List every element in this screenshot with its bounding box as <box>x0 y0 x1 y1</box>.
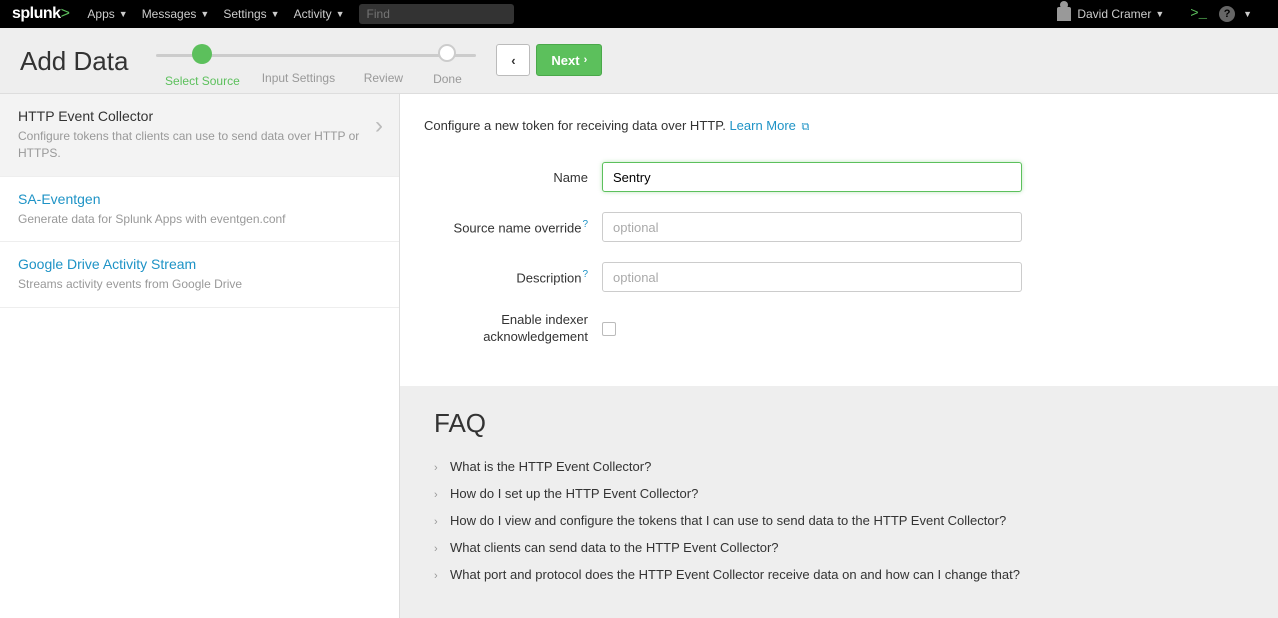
caret-down-icon: ▼ <box>1243 9 1252 19</box>
wizard-stepper: Select Source Input Settings Review Done <box>156 44 476 88</box>
source-desc: Streams activity events from Google Driv… <box>18 276 381 293</box>
external-link-icon: ⧉ <box>802 121 810 133</box>
description-input[interactable] <box>602 262 1022 292</box>
chevron-right-icon: › <box>434 543 442 555</box>
source-sa-eventgen[interactable]: SA-Eventgen Generate data for Splunk App… <box>0 177 399 243</box>
chevron-right-icon: › <box>434 570 442 582</box>
chevron-right-icon: › <box>584 54 588 66</box>
source-title: Google Drive Activity Stream <box>18 256 381 272</box>
faq-item[interactable]: ›What is the HTTP Event Collector? <box>434 453 1248 480</box>
nav-messages[interactable]: Messages▼ <box>142 7 210 21</box>
faq-item[interactable]: ›What clients can send data to the HTTP … <box>434 534 1248 561</box>
config-intro-text: Configure a new token for receiving data… <box>424 118 726 133</box>
faq-item[interactable]: ›How do I set up the HTTP Event Collecto… <box>434 480 1248 507</box>
caret-down-icon: ▼ <box>119 9 128 19</box>
step-dot-icon <box>438 44 456 62</box>
faq-section: FAQ ›What is the HTTP Event Collector? ›… <box>400 386 1278 618</box>
source-google-drive[interactable]: Google Drive Activity Stream Streams act… <box>0 242 399 308</box>
page-header: Add Data Select Source Input Settings Re… <box>0 28 1278 94</box>
config-panel: Configure a new token for receiving data… <box>400 94 1278 618</box>
indexer-ack-checkbox[interactable] <box>602 322 616 336</box>
chevron-left-icon: ‹ <box>511 53 515 68</box>
caret-down-icon: ▼ <box>200 9 209 19</box>
help-tooltip-icon[interactable]: ? <box>582 269 588 280</box>
source-http-event-collector[interactable]: HTTP Event Collector Configure tokens th… <box>0 94 399 177</box>
faq-heading: FAQ <box>434 408 1248 439</box>
step-select-source[interactable]: Select Source <box>156 44 248 88</box>
chevron-right-icon: › <box>434 516 442 528</box>
help-icon: ? <box>1219 6 1235 22</box>
back-button[interactable]: ‹ <box>496 44 530 76</box>
nav-user-menu[interactable]: David Cramer▼ <box>1057 7 1164 21</box>
learn-more-link[interactable]: Learn More ⧉ <box>729 118 809 133</box>
name-input[interactable] <box>602 162 1022 192</box>
help-tooltip-icon[interactable]: ? <box>582 219 588 230</box>
global-search-input[interactable] <box>359 4 514 24</box>
source-override-label: Source name override? <box>424 219 602 235</box>
indexer-ack-label: Enable indexeracknowledgement <box>424 312 602 346</box>
user-icon <box>1057 7 1071 21</box>
page-title: Add Data <box>20 46 128 77</box>
source-override-input[interactable] <box>602 212 1022 242</box>
nav-help-menu[interactable]: ?▼ <box>1219 6 1252 22</box>
source-title: HTTP Event Collector <box>18 108 381 124</box>
logo[interactable]: splunk> <box>12 5 69 23</box>
top-navbar: splunk> Apps▼ Messages▼ Settings▼ Activi… <box>0 0 1278 28</box>
source-desc: Generate data for Splunk Apps with event… <box>18 211 381 228</box>
step-dot-icon <box>192 44 212 64</box>
step-done: Done <box>418 44 476 86</box>
nav-console-icon[interactable]: >_ <box>1190 6 1207 22</box>
nav-apps[interactable]: Apps▼ <box>87 7 127 21</box>
next-button[interactable]: Next› <box>536 44 602 76</box>
chevron-right-icon: › <box>434 489 442 501</box>
caret-down-icon: ▼ <box>271 9 280 19</box>
nav-activity[interactable]: Activity▼ <box>294 7 345 21</box>
faq-item[interactable]: ›What port and protocol does the HTTP Ev… <box>434 561 1248 588</box>
caret-down-icon: ▼ <box>336 9 345 19</box>
chevron-right-icon: › <box>434 462 442 474</box>
step-input-settings: Input Settings <box>248 44 348 85</box>
description-label: Description? <box>424 269 602 285</box>
source-sidebar: HTTP Event Collector Configure tokens th… <box>0 94 400 618</box>
source-title: SA-Eventgen <box>18 191 381 207</box>
caret-down-icon: ▼ <box>1155 9 1164 19</box>
nav-settings[interactable]: Settings▼ <box>223 7 279 21</box>
step-review: Review <box>348 44 418 85</box>
name-label: Name <box>424 170 602 185</box>
source-desc: Configure tokens that clients can use to… <box>18 128 381 162</box>
faq-item[interactable]: ›How do I view and configure the tokens … <box>434 507 1248 534</box>
